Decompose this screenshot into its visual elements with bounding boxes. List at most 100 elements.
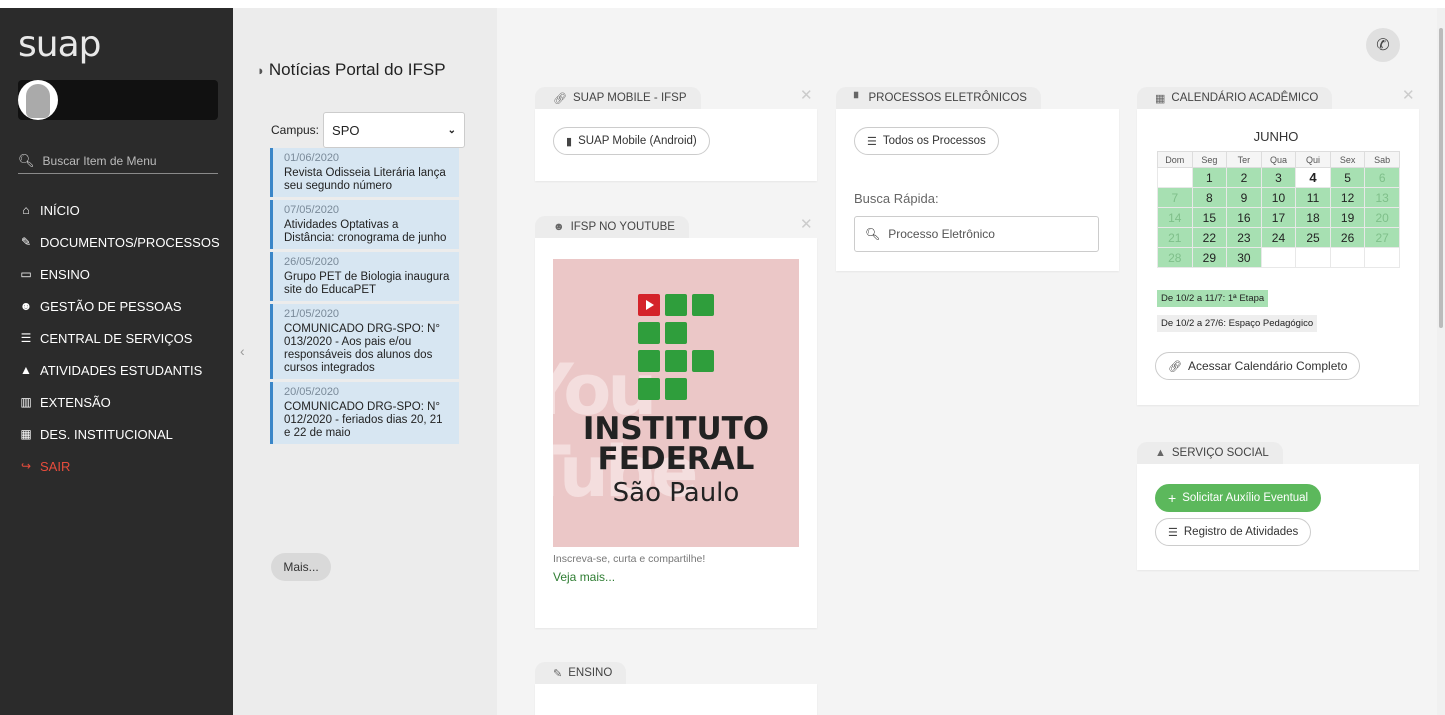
graduation-cap-icon: ▲ bbox=[20, 363, 32, 377]
calendar-day[interactable]: 24 bbox=[1260, 227, 1297, 248]
logo-square bbox=[692, 350, 714, 372]
todos-processos-button[interactable]: ☰ Todos os Processos bbox=[854, 127, 999, 155]
calendar-day[interactable]: 1 bbox=[1191, 167, 1228, 188]
calendar-day[interactable]: 7 bbox=[1157, 187, 1193, 208]
user-box[interactable] bbox=[18, 80, 218, 120]
rss-icon: ◗ bbox=[257, 63, 265, 78]
youtube-thumbnail[interactable]: You Tube INSTITUTO FEDERAL São Paulo bbox=[553, 259, 799, 547]
calendar-day-empty bbox=[1329, 247, 1366, 268]
sidebar-item-ensino[interactable]: ▭ ENSINO bbox=[18, 258, 220, 290]
news-date: 01/06/2020 bbox=[284, 152, 340, 164]
sidebar-item-inicio[interactable]: ⌂ INÍCIO bbox=[18, 194, 220, 226]
news-list: 01/06/2020 Revista Odisseia Literária lan… bbox=[270, 148, 459, 447]
calendar-day[interactable]: 2 bbox=[1226, 167, 1262, 188]
calendar-day[interactable]: 20 bbox=[1364, 207, 1400, 228]
calendar-week: 1 2 3 4 5 6 bbox=[1157, 167, 1400, 188]
logo-square bbox=[665, 294, 687, 316]
calendario-completo-button[interactable]: 🔗︎ Acessar Calendário Completo bbox=[1155, 352, 1361, 380]
calendar-day[interactable]: 12 bbox=[1329, 187, 1366, 208]
news-text[interactable]: Grupo PET de Biologia inaugura site do E… bbox=[284, 271, 451, 297]
news-item[interactable]: 26/05/2020 Grupo PET de Biologia inaugura… bbox=[270, 252, 459, 301]
calendar-week: 28 29 30 bbox=[1157, 247, 1400, 268]
news-date: 21/05/2020 bbox=[284, 308, 340, 320]
registro-atividades-button[interactable]: ☰ Registro de Atividades bbox=[1155, 518, 1312, 546]
sidebar-item-gestao-pessoas[interactable]: ☻ GESTÃO DE PESSOAS bbox=[18, 290, 220, 322]
mobile-icon: ▮ bbox=[566, 135, 573, 148]
calendar-day[interactable]: 3 bbox=[1260, 167, 1297, 188]
calendar-day[interactable]: 6 bbox=[1364, 167, 1400, 188]
calendar-day[interactable]: 21 bbox=[1157, 227, 1193, 248]
logo-square bbox=[638, 350, 660, 372]
calendar-day[interactable]: 26 bbox=[1329, 227, 1366, 248]
calendar-day[interactable]: 30 bbox=[1226, 247, 1262, 268]
campus-label: Campus: bbox=[271, 123, 320, 137]
calendar-day[interactable]: 27 bbox=[1364, 227, 1400, 248]
more-news-button[interactable]: Mais... bbox=[271, 553, 331, 581]
news-text[interactable]: COMUNICADO DRG-SPO: N° 012/2020 - feriad… bbox=[284, 401, 451, 440]
list-icon: ☰ bbox=[867, 135, 877, 148]
sidebar-item-des-institucional[interactable]: ▦ DES. INSTITUCIONAL bbox=[18, 418, 220, 450]
sidebar-item-central-servicos[interactable]: ☰ CENTRAL DE SERVIÇOS bbox=[18, 322, 220, 354]
calendar-day[interactable]: 15 bbox=[1191, 207, 1228, 228]
calendar-day[interactable]: 10 bbox=[1260, 187, 1297, 208]
top-border bbox=[0, 0, 1445, 8]
calendar-day[interactable]: 29 bbox=[1191, 247, 1228, 268]
people-icon: ☻ bbox=[19, 299, 33, 313]
calendar-day[interactable]: 28 bbox=[1157, 247, 1193, 268]
calendar-day[interactable]: 16 bbox=[1226, 207, 1262, 228]
youtube-more-link[interactable]: Veja mais... bbox=[553, 570, 615, 584]
calendar-day[interactable]: 13 bbox=[1364, 187, 1400, 208]
calendar-day[interactable]: 25 bbox=[1295, 227, 1331, 248]
menu-search-input[interactable]: Buscar Item de Menu bbox=[43, 154, 157, 168]
processo-search-input[interactable]: 🔍︎ Processo Eletrônico bbox=[854, 216, 1099, 252]
news-text[interactable]: Revista Odisseia Literária lança seu seg… bbox=[284, 167, 451, 193]
solicitar-auxilio-button[interactable]: + Solicitar Auxílio Eventual bbox=[1155, 484, 1322, 512]
calendar-day[interactable]: 9 bbox=[1226, 187, 1262, 208]
tab-ifsp-youtube: ☻ IFSP NO YOUTUBE bbox=[535, 216, 689, 238]
close-icon[interactable]: ✕ bbox=[800, 215, 813, 233]
calendar-grid: Dom Seg Ter Qua Qui Sex Sab 1 2 3 4 5 6 … bbox=[1157, 151, 1400, 268]
search-icon: 🔍︎ bbox=[18, 152, 35, 168]
calendar-week: 14 15 16 17 18 19 20 bbox=[1157, 207, 1400, 228]
news-item[interactable]: 01/06/2020 Revista Odisseia Literária lan… bbox=[270, 148, 459, 197]
close-icon[interactable]: ✕ bbox=[800, 86, 813, 104]
calendar-day[interactable]: 23 bbox=[1226, 227, 1262, 248]
logo-square bbox=[665, 322, 687, 344]
avatar[interactable] bbox=[18, 80, 58, 120]
logo-text-line2: FEDERAL bbox=[597, 441, 755, 477]
calendar-day[interactable]: 18 bbox=[1295, 207, 1331, 228]
logo-square bbox=[665, 350, 687, 372]
sidebar-item-sair[interactable]: ↪ SAIR bbox=[18, 450, 220, 482]
tab-ensino: ✎ ENSINO bbox=[535, 662, 627, 684]
scrollbar-thumb[interactable] bbox=[1439, 28, 1443, 328]
app-logo[interactable]: suap bbox=[18, 24, 101, 65]
menu-search[interactable]: 🔍︎ Buscar Item de Menu bbox=[18, 148, 218, 174]
calendar-day[interactable]: 11 bbox=[1295, 187, 1331, 208]
sidebar-item-extensao[interactable]: ▥ EXTENSÃO bbox=[18, 386, 220, 418]
sidebar-item-documentos[interactable]: ✎ DOCUMENTOS/PROCESSOS bbox=[18, 226, 220, 258]
people-icon: ☻ bbox=[553, 221, 565, 233]
tab-suap-mobile: 🔗︎ SUAP MOBILE - IFSP bbox=[535, 87, 701, 109]
news-text[interactable]: Atividades Optativas a Distância: cronog… bbox=[284, 219, 451, 245]
calendar-day[interactable]: 22 bbox=[1191, 227, 1228, 248]
calendar-day[interactable]: 19 bbox=[1329, 207, 1366, 228]
news-item[interactable]: 20/05/2020 COMUNICADO DRG-SPO: N° 012/202… bbox=[270, 382, 459, 444]
news-text[interactable]: COMUNICADO DRG-SPO: N° 013/2020 - Aos pa… bbox=[284, 323, 451, 375]
scrollbar[interactable] bbox=[1437, 8, 1445, 715]
calendar-day[interactable]: 14 bbox=[1157, 207, 1193, 228]
close-icon[interactable]: ✕ bbox=[1402, 86, 1415, 104]
suap-mobile-android-button[interactable]: ▮ SUAP Mobile (Android) bbox=[553, 127, 710, 155]
collapse-panel-icon[interactable]: ‹ bbox=[240, 343, 245, 359]
calendar-day-today[interactable]: 4 bbox=[1295, 167, 1331, 188]
campus-select[interactable]: SPO ⌄ bbox=[323, 112, 466, 148]
phone-icon[interactable]: ✆ bbox=[1366, 28, 1400, 62]
chart-icon: ▦ bbox=[20, 427, 32, 441]
youtube-caption: Inscreva-se, curta e compartilhe! bbox=[553, 553, 706, 565]
news-item[interactable]: 07/05/2020 Atividades Optativas a Distânc… bbox=[270, 200, 459, 249]
calendar-day[interactable]: 5 bbox=[1329, 167, 1366, 188]
calendar-day[interactable]: 8 bbox=[1191, 187, 1228, 208]
weekday: Qui bbox=[1295, 151, 1331, 168]
sidebar-item-atividades-estudantis[interactable]: ▲ ATIVIDADES ESTUDANTIS bbox=[18, 354, 220, 386]
news-item[interactable]: 21/05/2020 COMUNICADO DRG-SPO: N° 013/202… bbox=[270, 304, 459, 379]
calendar-day[interactable]: 17 bbox=[1260, 207, 1297, 228]
